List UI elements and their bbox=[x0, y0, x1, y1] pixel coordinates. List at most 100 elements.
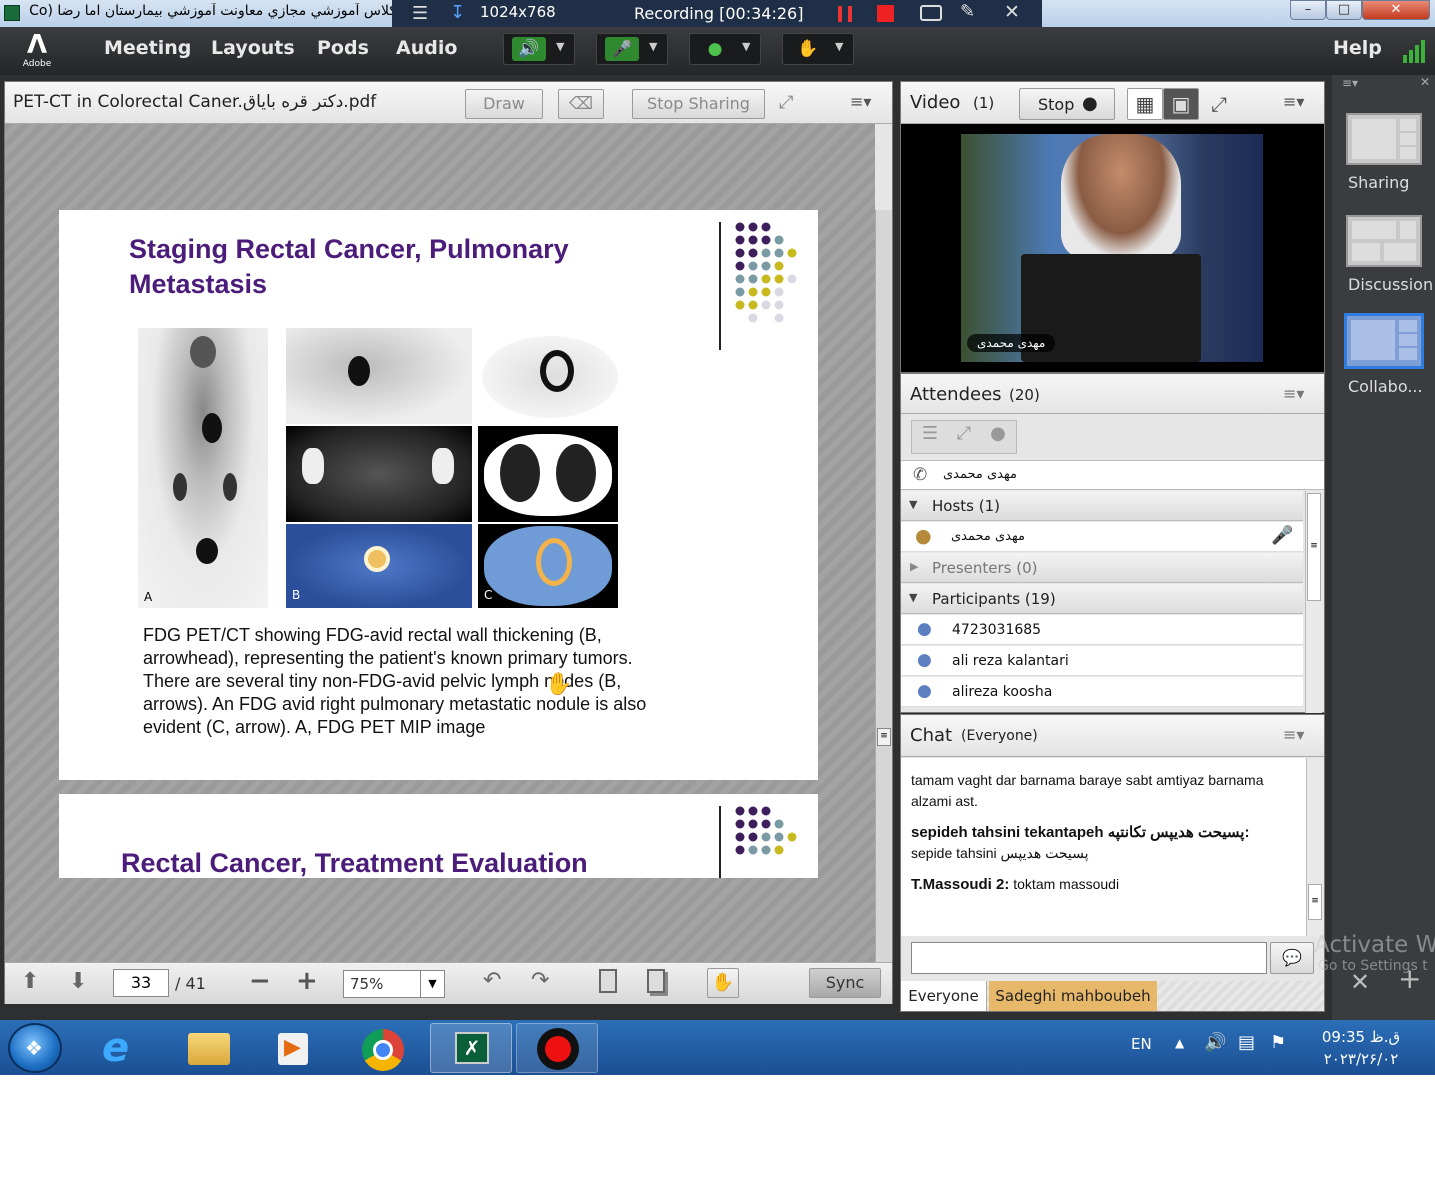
pod-options-icon[interactable]: ≡▾ bbox=[1283, 92, 1304, 111]
menu-help[interactable]: Help bbox=[1333, 37, 1382, 59]
collapse-view-icon[interactable]: ⤢ bbox=[948, 423, 980, 451]
maximize-button[interactable]: □ bbox=[1326, 0, 1362, 20]
pause-icon[interactable] bbox=[838, 6, 852, 22]
chat-scrollbar[interactable]: ≡ bbox=[1306, 758, 1323, 936]
connection-signal-icon bbox=[1403, 37, 1431, 63]
undo-icon[interactable]: ↶ bbox=[483, 968, 501, 993]
stop-sharing-button[interactable]: Stop Sharing bbox=[632, 89, 765, 119]
filmstrip-view-button[interactable]: ▣ bbox=[1163, 88, 1199, 120]
two-page-icon[interactable] bbox=[647, 969, 665, 993]
participants-group[interactable]: ▼ Participants (19) bbox=[901, 584, 1303, 614]
scrollbar-thumb[interactable]: ≡ bbox=[877, 728, 891, 746]
slide-caption: FDG PET/CT showing FDG-avid rectal wall … bbox=[143, 624, 703, 739]
eraser-button[interactable]: ⌫ bbox=[558, 89, 604, 119]
list-view-icon[interactable]: ☰ bbox=[914, 423, 946, 451]
close-button[interactable]: ✕ bbox=[1362, 0, 1430, 20]
language-indicator[interactable]: EN bbox=[1131, 1035, 1152, 1053]
presenters-group[interactable]: ▶ Presenters (0) bbox=[901, 553, 1303, 583]
pod-options-icon[interactable]: ≡▾ bbox=[1283, 384, 1304, 403]
pod-options-icon[interactable]: ≡▾ bbox=[1283, 725, 1304, 744]
participant-name: alireza koosha bbox=[952, 684, 1053, 700]
tab-everyone[interactable]: Everyone bbox=[901, 981, 987, 1011]
host-row[interactable]: ● مهدی محمدی 🎤 bbox=[901, 522, 1303, 552]
draw-button[interactable]: Draw bbox=[465, 89, 543, 119]
menu-audio[interactable]: Audio bbox=[396, 37, 457, 59]
taskbar-chrome[interactable] bbox=[340, 1023, 424, 1073]
scrollbar-thumb[interactable]: ≡ bbox=[1307, 493, 1321, 601]
participant-row[interactable]: ● 4723031685 bbox=[901, 615, 1303, 645]
stop-icon[interactable] bbox=[877, 5, 894, 22]
taskbar-file-explorer[interactable] bbox=[168, 1023, 252, 1073]
pen-icon[interactable]: ✎ bbox=[960, 1, 975, 22]
participant-row[interactable]: ● alireza koosha bbox=[901, 677, 1303, 707]
zoom-out-icon[interactable]: − bbox=[249, 966, 271, 996]
zoom-select[interactable]: 75% ▼ bbox=[343, 970, 445, 998]
document-title: PET-CT in Colorectal Caner.دکتر قره بايا… bbox=[13, 92, 377, 112]
taskbar-recorder[interactable] bbox=[516, 1023, 598, 1073]
hosts-group[interactable]: ▼ Hosts (1) bbox=[901, 491, 1303, 521]
camera-icon[interactable] bbox=[920, 5, 942, 21]
phone-attendee-row[interactable]: ✆ مهدی محمدی bbox=[901, 460, 1324, 490]
layout-discussion[interactable]: Discussion bbox=[1346, 215, 1433, 305]
chevron-right-icon: ▶ bbox=[910, 560, 919, 573]
start-button[interactable]: ❖ bbox=[8, 1023, 62, 1073]
menu-pods[interactable]: Pods bbox=[317, 37, 369, 59]
attendees-title: Attendees bbox=[910, 384, 1002, 405]
taskbar-adobe-connect[interactable]: ✗ bbox=[430, 1023, 512, 1073]
slide-divider bbox=[719, 222, 721, 350]
zoom-in-icon[interactable]: + bbox=[296, 966, 318, 996]
user-detail-icon[interactable]: ● bbox=[982, 423, 1014, 451]
taskbar-media-player[interactable]: ▶ bbox=[252, 1023, 336, 1073]
webcam-button[interactable]: ● ▼ bbox=[689, 33, 761, 65]
raise-hand-button[interactable]: ✋ ▼ bbox=[782, 33, 854, 65]
microphone-button[interactable]: 🎤 ▼ bbox=[596, 33, 668, 65]
user-icon: ● bbox=[917, 619, 932, 639]
menu-icon[interactable]: ☰ bbox=[412, 3, 428, 24]
attendee-scrollbar[interactable]: ≡ bbox=[1305, 491, 1322, 713]
fullscreen-icon[interactable]: ⤢ bbox=[1211, 92, 1227, 116]
pod-options-icon[interactable]: ≡▾ bbox=[850, 92, 871, 111]
volume-icon[interactable]: 🔊 bbox=[1204, 1032, 1226, 1053]
action-center-flag-icon[interactable]: ⚑ bbox=[1270, 1032, 1286, 1053]
network-icon[interactable]: ▤ bbox=[1238, 1032, 1255, 1053]
single-page-icon[interactable] bbox=[599, 969, 617, 993]
chat-input[interactable] bbox=[911, 942, 1267, 974]
tab-private-chat[interactable]: Sadeghi mahboubeh bbox=[989, 981, 1157, 1011]
clock[interactable]: 09:35 ق.ظ ۲۰۲۳/۲۶/۰۲ bbox=[1306, 1026, 1416, 1070]
participant-row[interactable]: ● ali reza kalantari bbox=[901, 646, 1303, 676]
video-name-tag: مهدی محمدی bbox=[967, 334, 1056, 352]
stop-video-button[interactable]: Stop ● bbox=[1019, 88, 1115, 120]
menu-meeting[interactable]: Meeting bbox=[104, 37, 191, 59]
redo-icon[interactable]: ↷ bbox=[531, 968, 549, 993]
attendees-header: Attendees (20) ≡▾ bbox=[901, 374, 1324, 414]
scrollbar-thumb[interactable]: ≡ bbox=[1308, 884, 1322, 920]
grid-view-button[interactable]: ▦ bbox=[1127, 88, 1163, 120]
slide-title: Staging Rectal Cancer, Pulmonary Metasta… bbox=[129, 232, 569, 302]
resolution-label: 1024x768 bbox=[480, 3, 556, 21]
chevron-down-icon: ▼ bbox=[649, 40, 658, 53]
speaker-button[interactable]: 🔊 ▼ bbox=[503, 33, 575, 65]
close-recorder-icon[interactable]: ✕ bbox=[1004, 1, 1020, 23]
slide2-title: Rectal Cancer, Treatment Evaluation bbox=[121, 848, 588, 878]
send-message-button[interactable]: 💬 bbox=[1270, 942, 1314, 974]
pin-icon[interactable]: ↧ bbox=[450, 2, 465, 23]
previous-page-icon[interactable]: ⬆ bbox=[21, 969, 39, 994]
layouts-menu-icon[interactable]: ≡▾ bbox=[1342, 76, 1358, 90]
page-number-input[interactable]: 33 bbox=[113, 969, 169, 997]
clock-time: 09:35 ق.ظ bbox=[1321, 1028, 1401, 1046]
document-scrollbar[interactable]: ≡ bbox=[875, 210, 892, 963]
hand-tool-button[interactable]: ✋ bbox=[707, 968, 739, 998]
webcam-icon: ● bbox=[698, 37, 732, 61]
next-page-icon[interactable]: ⬇ bbox=[69, 969, 87, 994]
sync-button[interactable]: Sync bbox=[809, 968, 881, 998]
layouts-close-icon[interactable]: ✕ bbox=[1420, 75, 1430, 89]
layout-collaboration[interactable]: Collabo... bbox=[1344, 313, 1428, 403]
menu-layouts[interactable]: Layouts bbox=[211, 37, 295, 59]
presenters-label: Presenters (0) bbox=[932, 559, 1038, 577]
taskbar-internet-explorer[interactable]: e bbox=[84, 1023, 168, 1073]
minimize-button[interactable]: – bbox=[1290, 0, 1326, 20]
image-label-c: C bbox=[484, 588, 493, 602]
show-hidden-icons[interactable]: ▲ bbox=[1175, 1036, 1184, 1050]
chat-message: sepideh tahsini tekantapeh پسيحت هدیپس ت… bbox=[911, 822, 1303, 864]
fullscreen-icon[interactable]: ⤢ bbox=[779, 92, 803, 114]
